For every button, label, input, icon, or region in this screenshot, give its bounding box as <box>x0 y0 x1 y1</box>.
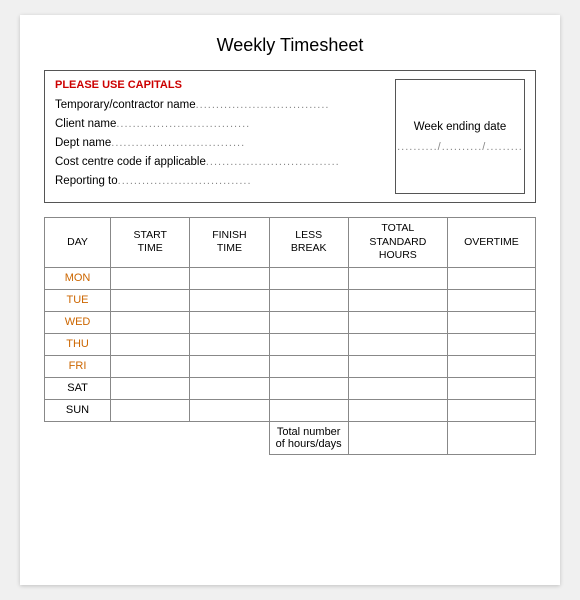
dept-dots: ................................. <box>111 137 245 149</box>
table-row: THU <box>45 333 536 355</box>
tue-total[interactable] <box>348 289 447 311</box>
week-ending-value: ........../........../......... <box>397 141 523 153</box>
tue-overtime[interactable] <box>447 289 535 311</box>
contractor-dots: ................................. <box>196 99 330 111</box>
wed-start[interactable] <box>111 311 190 333</box>
week-ending-label: Week ending date <box>414 121 507 133</box>
mon-overtime[interactable] <box>447 267 535 289</box>
sat-less[interactable] <box>269 377 348 399</box>
client-dots: ................................. <box>116 118 250 130</box>
mon-less[interactable] <box>269 267 348 289</box>
table-row: WED <box>45 311 536 333</box>
table-row: MON <box>45 267 536 289</box>
thu-overtime[interactable] <box>447 333 535 355</box>
total-overtime-value[interactable] <box>447 421 535 454</box>
info-header: PLEASE USE CAPITALS <box>55 79 385 91</box>
field-reporting: Reporting to ...........................… <box>55 175 385 187</box>
sun-less[interactable] <box>269 399 348 421</box>
day-sun: SUN <box>45 399 111 421</box>
dept-label: Dept name <box>55 137 111 149</box>
page-title: Weekly Timesheet <box>44 35 536 56</box>
client-label: Client name <box>55 118 116 130</box>
sat-overtime[interactable] <box>447 377 535 399</box>
total-hours-value[interactable] <box>348 421 447 454</box>
mon-total[interactable] <box>348 267 447 289</box>
total-empty-left <box>45 421 270 454</box>
week-ending-box: Week ending date ........../........../.… <box>395 79 525 194</box>
thu-start[interactable] <box>111 333 190 355</box>
table-row: TUE <box>45 289 536 311</box>
sat-start[interactable] <box>111 377 190 399</box>
field-dept: Dept name ..............................… <box>55 137 385 149</box>
day-wed: WED <box>45 311 111 333</box>
day-sat: SAT <box>45 377 111 399</box>
tue-start[interactable] <box>111 289 190 311</box>
sun-overtime[interactable] <box>447 399 535 421</box>
cost-label: Cost centre code if applicable <box>55 156 206 168</box>
table-row: SUN <box>45 399 536 421</box>
header-overtime: OVERTIME <box>447 218 535 268</box>
sun-finish[interactable] <box>190 399 269 421</box>
header-start: STARTTIME <box>111 218 190 268</box>
tue-less[interactable] <box>269 289 348 311</box>
wed-total[interactable] <box>348 311 447 333</box>
header-finish: FINISHTIME <box>190 218 269 268</box>
thu-less[interactable] <box>269 333 348 355</box>
fri-start[interactable] <box>111 355 190 377</box>
wed-overtime[interactable] <box>447 311 535 333</box>
fri-total[interactable] <box>348 355 447 377</box>
day-fri: FRI <box>45 355 111 377</box>
table-row: SAT <box>45 377 536 399</box>
total-hours-label: Total number of hours/days <box>269 421 348 454</box>
wed-less[interactable] <box>269 311 348 333</box>
table-row: FRI <box>45 355 536 377</box>
field-client: Client name ............................… <box>55 118 385 130</box>
sat-finish[interactable] <box>190 377 269 399</box>
cost-dots: ................................. <box>206 156 340 168</box>
sun-total[interactable] <box>348 399 447 421</box>
sat-total[interactable] <box>348 377 447 399</box>
wed-finish[interactable] <box>190 311 269 333</box>
timesheet-table: DAY STARTTIME FINISHTIME LESSBREAK TOTAL… <box>44 217 536 455</box>
thu-finish[interactable] <box>190 333 269 355</box>
info-box: PLEASE USE CAPITALS Temporary/contractor… <box>44 70 536 203</box>
timesheet-page: Weekly Timesheet PLEASE USE CAPITALS Tem… <box>20 15 560 585</box>
total-row: Total number of hours/days <box>45 421 536 454</box>
reporting-label: Reporting to <box>55 175 118 187</box>
fri-finish[interactable] <box>190 355 269 377</box>
sun-start[interactable] <box>111 399 190 421</box>
field-cost: Cost centre code if applicable .........… <box>55 156 385 168</box>
info-left: PLEASE USE CAPITALS Temporary/contractor… <box>55 79 385 194</box>
header-total: TOTALSTANDARDHOURS <box>348 218 447 268</box>
day-mon: MON <box>45 267 111 289</box>
field-contractor: Temporary/contractor name ..............… <box>55 99 385 111</box>
day-thu: THU <box>45 333 111 355</box>
tue-finish[interactable] <box>190 289 269 311</box>
mon-start[interactable] <box>111 267 190 289</box>
mon-finish[interactable] <box>190 267 269 289</box>
header-day: DAY <box>45 218 111 268</box>
thu-total[interactable] <box>348 333 447 355</box>
contractor-label: Temporary/contractor name <box>55 99 196 111</box>
header-less: LESSBREAK <box>269 218 348 268</box>
day-tue: TUE <box>45 289 111 311</box>
fri-less[interactable] <box>269 355 348 377</box>
fri-overtime[interactable] <box>447 355 535 377</box>
reporting-dots: ................................. <box>118 175 252 187</box>
